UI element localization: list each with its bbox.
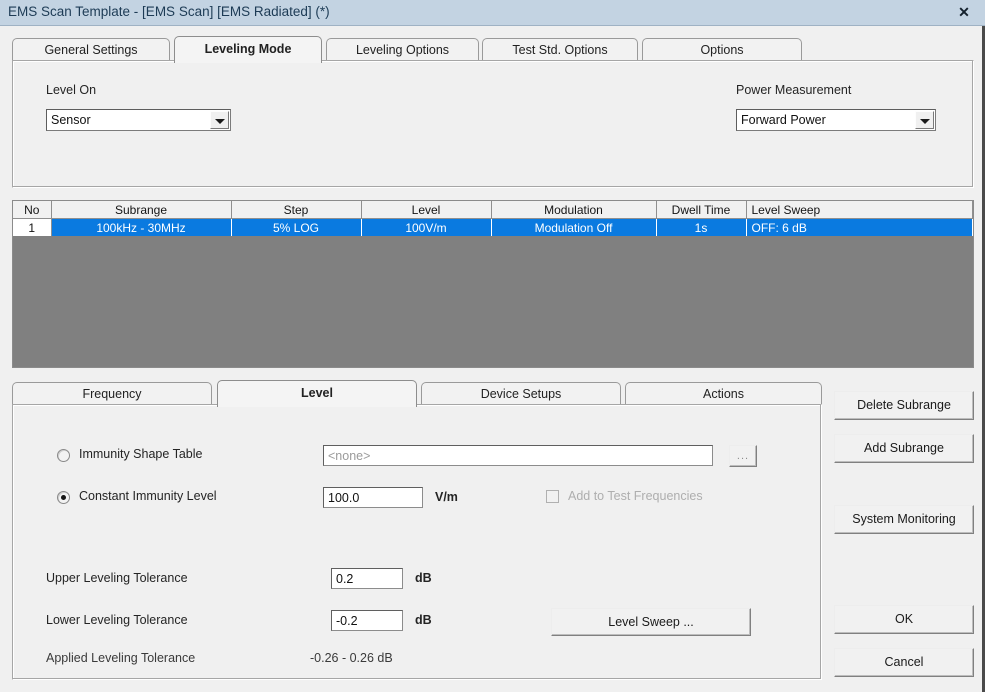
upper-leveling-tolerance-unit: dB [415, 571, 432, 585]
browse-button[interactable]: ... [729, 445, 757, 467]
level-sweep-button[interactable]: Level Sweep ... [551, 608, 751, 636]
title-bar: EMS Scan Template - [EMS Scan] [EMS Radi… [0, 0, 985, 26]
level-on-label: Level On [46, 83, 97, 97]
constant-immunity-level-input[interactable] [323, 487, 423, 508]
add-to-test-frequencies-label: Add to Test Frequencies [568, 489, 703, 503]
immunity-shape-table-input[interactable] [323, 445, 713, 466]
tab-general-settings[interactable]: General Settings [12, 38, 170, 61]
ok-button[interactable]: OK [834, 605, 974, 634]
applied-leveling-tolerance-label: Applied Leveling Tolerance [46, 651, 196, 665]
delete-subrange-button[interactable]: Delete Subrange [834, 391, 974, 420]
chevron-down-icon[interactable] [210, 111, 229, 129]
bottom-tab-strip: Frequency Level Device Setups Actions [12, 380, 822, 407]
radio-immunity-shape-table[interactable] [57, 449, 70, 462]
constant-immunity-level-unit: V/m [435, 490, 458, 504]
cell-level-sweep: OFF: 6 dB [746, 218, 973, 236]
system-monitoring-button[interactable]: System Monitoring [834, 505, 974, 534]
column-header-subrange[interactable]: Subrange [51, 201, 232, 219]
power-measurement-value: Forward Power [741, 113, 826, 127]
column-header-no[interactable]: No [13, 201, 52, 219]
tab-leveling-options[interactable]: Leveling Options [326, 38, 479, 61]
tab-level[interactable]: Level [217, 380, 417, 407]
table-row[interactable]: 1 100kHz - 30MHz 5% LOG 100V/m Modulatio… [13, 218, 973, 236]
upper-leveling-tolerance-label: Upper Leveling Tolerance [46, 571, 188, 585]
cell-subrange: 100kHz - 30MHz [51, 218, 232, 236]
applied-leveling-tolerance-value: -0.26 - 0.26 dB [310, 651, 393, 665]
tab-test-std-options[interactable]: Test Std. Options [482, 38, 638, 61]
column-header-modulation[interactable]: Modulation [491, 201, 657, 219]
tab-options[interactable]: Options [642, 38, 802, 61]
power-measurement-combobox[interactable]: Forward Power [736, 109, 936, 131]
top-tab-strip: General Settings Leveling Mode Leveling … [12, 36, 812, 63]
level-tab-panel: Immunity Shape Table ... Constant Immuni… [12, 404, 822, 680]
column-header-level-sweep[interactable]: Level Sweep [746, 201, 973, 219]
tab-device-setups[interactable]: Device Setups [421, 382, 621, 405]
column-header-level[interactable]: Level [361, 201, 492, 219]
lower-leveling-tolerance-input[interactable] [331, 610, 403, 631]
radio-constant-immunity-level[interactable] [57, 491, 70, 504]
cell-step: 5% LOG [231, 218, 362, 236]
cell-modulation: Modulation Off [491, 218, 657, 236]
lower-leveling-tolerance-unit: dB [415, 613, 432, 627]
tab-leveling-mode[interactable]: Leveling Mode [174, 36, 322, 63]
constant-immunity-level-label: Constant Immunity Level [79, 489, 217, 503]
chevron-down-icon[interactable] [915, 111, 934, 129]
column-header-step[interactable]: Step [231, 201, 362, 219]
level-on-combobox[interactable]: Sensor [46, 109, 231, 131]
power-measurement-label: Power Measurement [736, 83, 852, 97]
upper-leveling-tolerance-input[interactable] [331, 568, 403, 589]
leveling-mode-panel: Level On Sensor Power Measurement Forwar… [12, 60, 974, 188]
add-subrange-button[interactable]: Add Subrange [834, 434, 974, 463]
column-header-dwell-time[interactable]: Dwell Time [656, 201, 747, 219]
cell-level: 100V/m [361, 218, 492, 236]
window-title: EMS Scan Template - [EMS Scan] [EMS Radi… [8, 4, 330, 19]
cancel-button[interactable]: Cancel [834, 648, 974, 677]
ems-scan-template-window: EMS Scan Template - [EMS Scan] [EMS Radi… [0, 0, 985, 692]
lower-leveling-tolerance-label: Lower Leveling Tolerance [46, 613, 188, 627]
tab-frequency[interactable]: Frequency [12, 382, 212, 405]
cell-no: 1 [13, 218, 52, 236]
close-icon[interactable]: ✕ [955, 3, 973, 21]
subrange-table[interactable]: No Subrange Step Level Modulation Dwell … [12, 200, 974, 368]
add-to-test-frequencies-checkbox[interactable] [546, 490, 559, 503]
level-on-value: Sensor [51, 113, 91, 127]
immunity-shape-table-label: Immunity Shape Table [79, 447, 203, 461]
cell-dwell-time: 1s [656, 218, 747, 236]
table-header-row: No Subrange Step Level Modulation Dwell … [13, 201, 973, 219]
tab-actions[interactable]: Actions [625, 382, 822, 405]
subrange-table-grid: No Subrange Step Level Modulation Dwell … [13, 201, 973, 236]
